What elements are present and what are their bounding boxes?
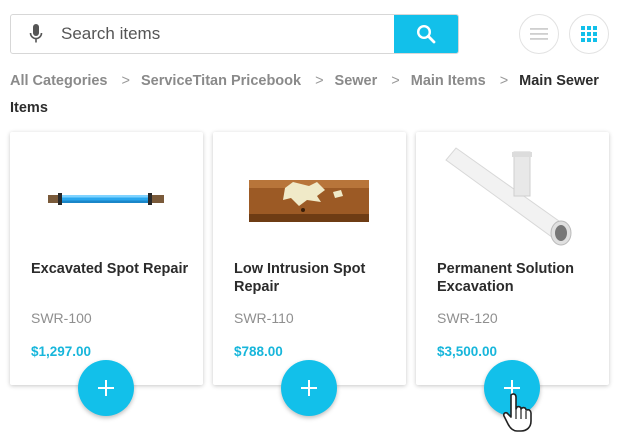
damaged-pipe-image [249, 180, 369, 222]
product-price: $3,500.00 [437, 344, 498, 359]
product-price: $1,297.00 [31, 344, 92, 359]
hand-cursor-icon [503, 393, 532, 432]
hamburger-menu-icon [530, 28, 548, 40]
product-card-excavated-spot-repair[interactable]: Excavated Spot Repair SWR-100 $1,297.00 [10, 132, 203, 416]
add-item-button[interactable] [281, 360, 337, 416]
search-button[interactable] [394, 15, 458, 53]
search-bar [10, 14, 459, 54]
menu-button[interactable] [519, 14, 559, 54]
breadcrumb-separator: > [499, 73, 509, 89]
breadcrumb: All Categories > ServiceTitan Pricebook > Se… [10, 68, 615, 122]
product-name: Low Intrusion Spot Repair [234, 261, 366, 295]
grid-view-button[interactable] [569, 14, 609, 54]
product-name: Permanent Solution Excavation [437, 261, 574, 295]
breadcrumb-separator: > [391, 73, 400, 89]
product-card-low-intrusion-spot-repair[interactable]: Low Intrusion Spot Repair SWR-110 $788.0… [213, 132, 406, 416]
breadcrumb-item-all-categories[interactable]: All Categories [10, 73, 108, 89]
product-code: SWR-100 [31, 310, 92, 326]
product-card-permanent-solution-excavation[interactable]: Permanent Solution Excavation SWR-120 $3… [416, 132, 609, 416]
product-price: $788.00 [234, 344, 283, 359]
pvc-pipe-tee-image [445, 147, 572, 246]
grid-view-icon [581, 26, 597, 42]
blue-pipe-image [48, 193, 164, 205]
microphone-icon[interactable] [11, 15, 61, 53]
add-item-button[interactable] [78, 360, 134, 416]
breadcrumb-item-sewer[interactable]: Sewer [335, 73, 378, 89]
breadcrumb-separator: > [315, 73, 324, 89]
search-icon [416, 24, 436, 44]
breadcrumb-item-main-items[interactable]: Main Items [411, 73, 486, 89]
breadcrumb-item-pricebook[interactable]: ServiceTitan Pricebook [141, 73, 301, 89]
search-input[interactable] [61, 15, 394, 53]
breadcrumb-separator: > [121, 73, 130, 89]
product-name: Excavated Spot Repair [31, 261, 189, 277]
product-code: SWR-120 [437, 310, 498, 326]
plus-icon [98, 380, 114, 396]
product-code: SWR-110 [234, 310, 294, 326]
plus-icon [301, 380, 317, 396]
